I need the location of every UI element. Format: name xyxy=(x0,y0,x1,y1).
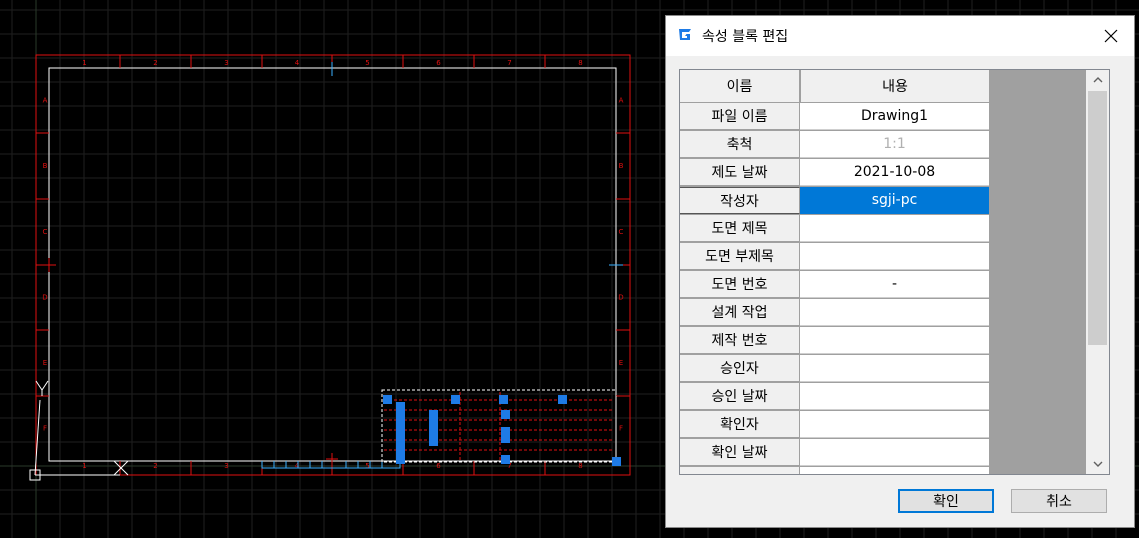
zone-letter-right-B: B xyxy=(619,162,624,170)
column-header-value[interactable]: 내용 xyxy=(800,70,989,103)
attribute-value[interactable]: 2021-10-08 xyxy=(800,159,989,186)
scale-ruler xyxy=(261,461,401,469)
attribute-value[interactable] xyxy=(800,355,989,382)
dialog-titlebar[interactable]: 속성 블록 편집 xyxy=(666,16,1134,56)
attribute-name[interactable]: 축척 xyxy=(680,131,800,158)
close-icon xyxy=(1104,29,1118,43)
gstarcad-logo-icon xyxy=(679,29,691,40)
zone-letter-left-B: B xyxy=(43,162,48,170)
zone-number-top-4: 4 xyxy=(295,59,300,67)
dialog-title: 속성 블록 편집 xyxy=(702,29,789,45)
zone-number-bottom-2: 2 xyxy=(153,462,157,470)
attribute-name[interactable]: 도면 부제목 xyxy=(680,243,800,270)
zone-letter-left-F: F xyxy=(43,425,47,433)
zone-number-top-6: 6 xyxy=(436,59,441,67)
attribute-name[interactable]: 작성자 xyxy=(680,187,800,214)
attribute-name[interactable]: 승인 날짜 xyxy=(680,383,800,410)
zone-letter-right-A: A xyxy=(619,97,624,105)
attribute-value-partial[interactable] xyxy=(800,467,989,474)
cancel-button[interactable]: 취소 xyxy=(1011,489,1107,513)
attribute-value-selected[interactable]: sgji-pc xyxy=(800,187,989,214)
attribute-name[interactable]: 파일 이름 xyxy=(680,103,800,130)
zone-number-bottom-5: 5 xyxy=(365,462,369,470)
zone-number-bottom-8: 8 xyxy=(578,462,582,470)
zone-number-top-1: 1 xyxy=(82,59,86,67)
attribute-value[interactable]: - xyxy=(800,271,989,298)
scroll-up-button[interactable] xyxy=(1086,70,1109,90)
attribute-name-partial[interactable] xyxy=(680,467,800,474)
frame-ticks xyxy=(36,55,630,475)
attribute-name[interactable]: 도면 제목 xyxy=(680,215,800,242)
attribute-value[interactable]: 1:1 xyxy=(800,131,989,158)
zone-letter-right-E: E xyxy=(619,359,623,367)
zone-number-top-8: 8 xyxy=(578,59,582,67)
zone-letter-left-C: C xyxy=(43,228,48,236)
zone-number-top-2: 2 xyxy=(153,59,157,67)
zone-number-bottom-1: 1 xyxy=(82,462,86,470)
crosshair-marks xyxy=(42,258,338,465)
attribute-value[interactable]: Drawing1 xyxy=(800,103,989,130)
attribute-grid[interactable]: 이름 내용 파일 이름 Drawing1 축척 1:1 제도 날짜 2021-1… xyxy=(679,69,1110,475)
zone-number-bottom-3: 3 xyxy=(224,462,228,470)
zone-letter-left-A: A xyxy=(43,97,48,105)
attribute-name[interactable]: 승인자 xyxy=(680,355,800,382)
zone-letter-left-E: E xyxy=(43,359,47,367)
vertical-scrollbar[interactable] xyxy=(1086,70,1109,474)
sheet-border xyxy=(35,54,631,476)
scrollbar-thumb[interactable] xyxy=(1088,91,1107,345)
chevron-down-icon xyxy=(1093,461,1102,467)
attribute-value[interactable] xyxy=(800,383,989,410)
attribute-name[interactable]: 설계 작업 xyxy=(680,299,800,326)
center-marks xyxy=(331,62,623,266)
attribute-value[interactable] xyxy=(800,215,989,242)
zone-number-top-3: 3 xyxy=(224,59,228,67)
zone-letter-right-C: C xyxy=(619,228,624,236)
attribute-value[interactable] xyxy=(800,327,989,354)
attribute-name[interactable]: 제도 날짜 xyxy=(680,159,800,186)
attribute-value[interactable] xyxy=(800,439,989,466)
attribute-name[interactable]: 확인 날짜 xyxy=(680,439,800,466)
attribute-name[interactable]: 확인자 xyxy=(680,411,800,438)
zone-number-bottom-4: 4 xyxy=(295,462,300,470)
ok-button[interactable]: 확인 xyxy=(898,489,994,513)
attribute-name[interactable]: 제작 번호 xyxy=(680,327,800,354)
zone-number-top-7: 7 xyxy=(507,59,511,67)
close-button[interactable] xyxy=(1088,16,1134,56)
zone-number-top-5: 5 xyxy=(365,59,369,67)
column-header-name[interactable]: 이름 xyxy=(680,70,800,103)
attribute-value[interactable] xyxy=(800,243,989,270)
zone-letter-right-F: F xyxy=(619,425,623,433)
zone-number-bottom-6: 6 xyxy=(436,462,441,470)
attribute-value[interactable] xyxy=(800,299,989,326)
title-block xyxy=(381,389,621,466)
drawing-frame xyxy=(48,67,617,462)
scroll-down-button[interactable] xyxy=(1086,454,1109,474)
zone-letter-right-D: D xyxy=(618,294,623,302)
zone-letter-left-D: D xyxy=(42,294,47,302)
chevron-up-icon xyxy=(1093,77,1102,83)
attribute-name[interactable]: 도면 번호 xyxy=(680,271,800,298)
attribute-value[interactable] xyxy=(800,411,989,438)
edit-attribute-block-dialog: 속성 블록 편집 이름 내용 파일 이름 Drawing1 축척 1:1 제도 … xyxy=(665,15,1135,528)
